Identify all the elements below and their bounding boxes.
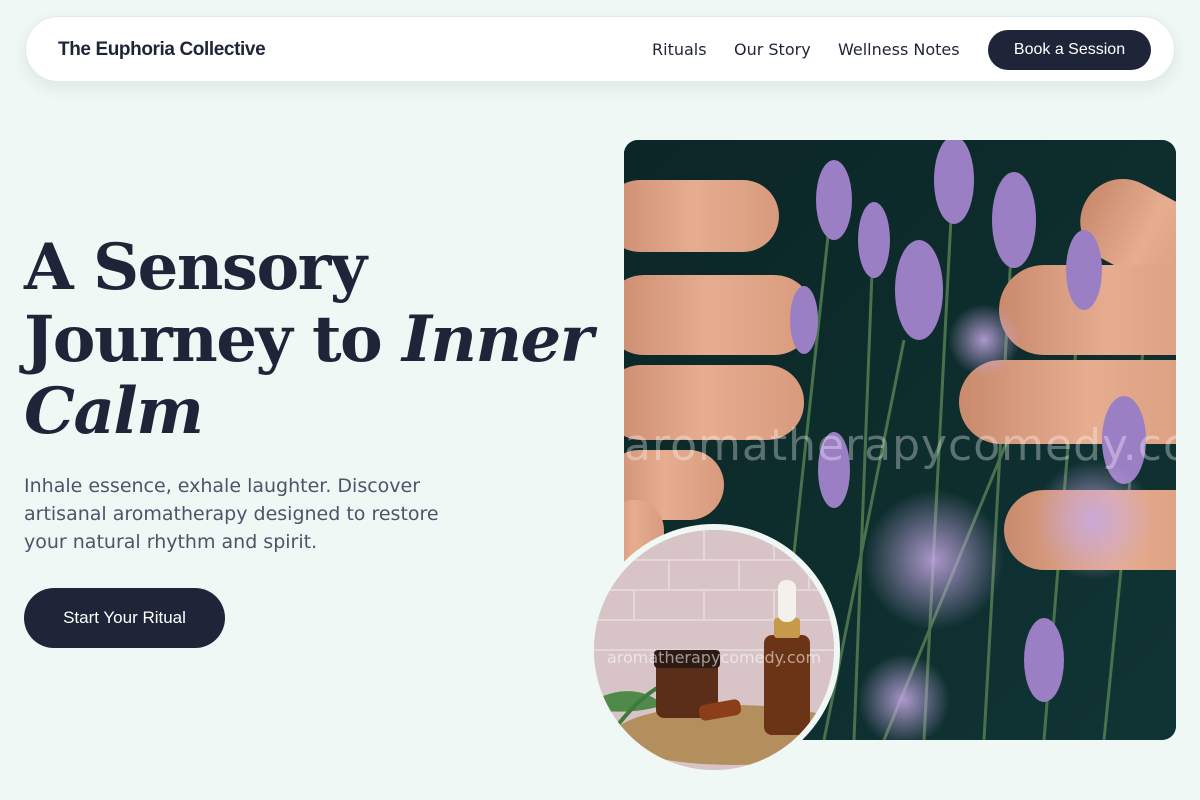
photo-watermark: aromatherapycomedy.com [624, 420, 1176, 471]
book-session-button[interactable]: Book a Session [988, 30, 1151, 70]
hero-headline: A Sensory Journey to Inner Calm [24, 232, 604, 448]
nav-link-rituals[interactable]: Rituals [652, 40, 707, 59]
headline-line-2: Journey to [24, 302, 402, 377]
page: The Euphoria Collective Rituals Our Stor… [0, 0, 1200, 800]
brand-logo[interactable]: The Euphoria Collective [58, 39, 266, 61]
headline-italic-calm: Calm [24, 374, 204, 449]
start-ritual-button[interactable]: Start Your Ritual [24, 588, 225, 648]
navbar: The Euphoria Collective Rituals Our Stor… [25, 16, 1175, 82]
essential-oil-bottles-photo: aromatherapycomedy.com [588, 524, 840, 776]
headline-italic-inner: Inner [401, 302, 593, 377]
hero-description: Inhale essence, exhale laughter. Discove… [24, 475, 439, 553]
inset-photo-watermark: aromatherapycomedy.com [606, 648, 822, 667]
nav-link-wellness-notes[interactable]: Wellness Notes [838, 40, 960, 59]
headline-line-1: A Sensory [24, 230, 367, 305]
nav-link-our-story[interactable]: Our Story [734, 40, 811, 59]
